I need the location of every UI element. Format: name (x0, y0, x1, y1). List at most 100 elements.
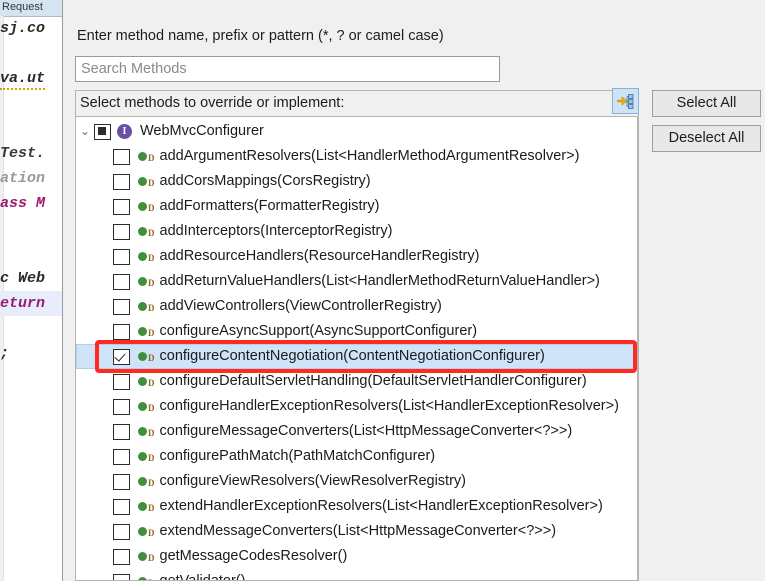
code-token: eturn (0, 295, 46, 312)
tree-row-label: addViewControllers(ViewControllerRegistr… (159, 298, 442, 314)
tree-row[interactable]: DextendMessageConverters(List<HttpMessag… (76, 519, 638, 544)
method-icon (138, 302, 147, 311)
tree-checkbox[interactable] (94, 123, 111, 140)
tree-row[interactable]: DconfigureMessageConverters(List<HttpMes… (76, 419, 638, 444)
tree-checkbox[interactable] (113, 273, 130, 290)
show-hierarchy-icon[interactable] (612, 88, 639, 114)
tree-row-label: getValidator() (159, 573, 246, 581)
editor-tab-bar: Request (0, 0, 70, 17)
default-method-badge-icon: D (148, 327, 155, 338)
tree-checkbox[interactable] (113, 223, 130, 240)
tree-row[interactable]: DaddFormatters(FormatterRegistry) (76, 194, 638, 219)
tree-row-selected[interactable]: DconfigureContentNegotiation(ContentNego… (76, 344, 638, 369)
tree-checkbox[interactable] (113, 323, 130, 340)
tree-checkbox[interactable] (113, 398, 130, 415)
background-code-editor: Request sj.co va.ut Test. ation ass M c Web et… (0, 0, 70, 581)
tree-checkbox[interactable] (113, 423, 130, 440)
tree-row[interactable]: DconfigureDefaultServletHandling(Default… (76, 369, 638, 394)
tree-row[interactable]: DaddArgumentResolvers(List<HandlerMethod… (76, 144, 638, 169)
tree-checkbox[interactable] (113, 448, 130, 465)
tree-row[interactable]: ⌄ I WebMvcConfigurer (76, 119, 638, 144)
tree-row[interactable]: DaddResourceHandlers(ResourceHandlerRegi… (76, 244, 638, 269)
tree-checkbox[interactable] (113, 173, 130, 190)
tree-row[interactable]: DconfigureHandlerExceptionResolvers(List… (76, 394, 638, 419)
tree-row[interactable]: DconfigureAsyncSupport(AsyncSupportConfi… (76, 319, 638, 344)
select-all-button[interactable]: Select All (652, 90, 761, 117)
tree-checkbox[interactable] (113, 198, 130, 215)
tree-row[interactable]: DconfigurePathMatch(PathMatchConfigurer) (76, 444, 638, 469)
method-icon (138, 427, 147, 436)
code-token: sj.co (0, 20, 46, 37)
code-line: Test. (0, 141, 70, 166)
method-icon (138, 277, 147, 286)
method-icon (138, 477, 147, 486)
tree-checkbox[interactable] (113, 298, 130, 315)
default-method-badge-icon: D (148, 427, 155, 438)
tree-checkbox[interactable] (113, 148, 130, 165)
tree-row-label: addCorsMappings(CorsRegistry) (159, 173, 371, 189)
tree-row[interactable]: DaddReturnValueHandlers(List<HandlerMeth… (76, 269, 638, 294)
tree-checkbox[interactable] (113, 573, 130, 580)
method-icon (138, 577, 147, 580)
tree-row[interactable]: DconfigureViewResolvers(ViewResolverRegi… (76, 469, 638, 494)
tree-row-label: configureContentNegotiation(ContentNegot… (159, 348, 545, 364)
prompt-label: Enter method name, prefix or pattern (*,… (77, 28, 444, 44)
code-token: ation (0, 170, 46, 187)
default-method-badge-icon: D (148, 177, 155, 188)
tree-checkbox[interactable] (113, 348, 130, 365)
methods-tree-panel[interactable]: ⌄ I WebMvcConfigurer DaddArgumentResolvers(… (75, 116, 639, 581)
code-line: c Web (0, 266, 70, 291)
editor-code-area[interactable]: sj.co va.ut Test. ation ass M c Web eturn; (0, 16, 70, 581)
tree-icon-group: D (136, 576, 155, 580)
tree-icon-group: I (117, 124, 132, 139)
method-icon (138, 177, 147, 186)
tree-icon-group: D (136, 351, 155, 363)
search-methods-input[interactable] (75, 56, 500, 82)
tree-checkbox[interactable] (113, 373, 130, 390)
tree-row[interactable]: DaddViewControllers(ViewControllerRegist… (76, 294, 638, 319)
method-icon (138, 202, 147, 211)
default-method-badge-icon: D (148, 227, 155, 238)
tree-checkbox[interactable] (113, 548, 130, 565)
tree-checkbox[interactable] (113, 473, 130, 490)
default-method-badge-icon: D (148, 402, 155, 413)
tree-panel-edge (637, 117, 638, 580)
tree-row[interactable]: DgetMessageCodesResolver() (76, 544, 638, 569)
default-method-badge-icon: D (148, 452, 155, 463)
override-methods-dialog: Enter method name, prefix or pattern (*,… (62, 0, 765, 581)
tree-icon-group: D (136, 526, 155, 538)
tree-icon-group: D (136, 501, 155, 513)
default-method-badge-icon: D (148, 527, 155, 538)
tree-row[interactable]: DaddCorsMappings(CorsRegistry) (76, 169, 638, 194)
tree-checkbox[interactable] (113, 248, 130, 265)
tree-row-label: configureHandlerExceptionResolvers(List<… (159, 398, 619, 414)
method-icon (138, 402, 147, 411)
default-method-badge-icon: D (148, 152, 155, 163)
tree-row-label: configureAsyncSupport(AsyncSupportConfig… (159, 323, 478, 339)
tree-icon-group: D (136, 401, 155, 413)
tree-icon-group: D (136, 301, 155, 313)
default-method-badge-icon: D (148, 277, 155, 288)
method-icon (138, 352, 147, 361)
method-icon (138, 252, 147, 261)
tree-icon-group: D (136, 201, 155, 213)
tree-row-label: extendMessageConverters(List<HttpMessage… (159, 523, 557, 539)
tree-row[interactable]: DextendHandlerExceptionResolvers(List<Ha… (76, 494, 638, 519)
editor-tab-request[interactable]: Request (2, 0, 43, 15)
code-line: ; (0, 341, 70, 366)
tree-checkbox[interactable] (113, 498, 130, 515)
chevron-down-icon[interactable]: ⌄ (76, 119, 94, 144)
default-method-badge-icon: D (148, 552, 155, 563)
deselect-all-button[interactable]: Deselect All (652, 125, 761, 152)
default-method-badge-icon: D (148, 302, 155, 313)
tree-row-label: addResourceHandlers(ResourceHandlerRegis… (159, 248, 480, 264)
tree-row[interactable]: DaddInterceptors(InterceptorRegistry) (76, 219, 638, 244)
tree-icon-group: D (136, 151, 155, 163)
tree-row[interactable]: DgetValidator() (76, 569, 638, 581)
tree-checkbox[interactable] (113, 523, 130, 540)
tree-row-label: addFormatters(FormatterRegistry) (159, 198, 380, 214)
